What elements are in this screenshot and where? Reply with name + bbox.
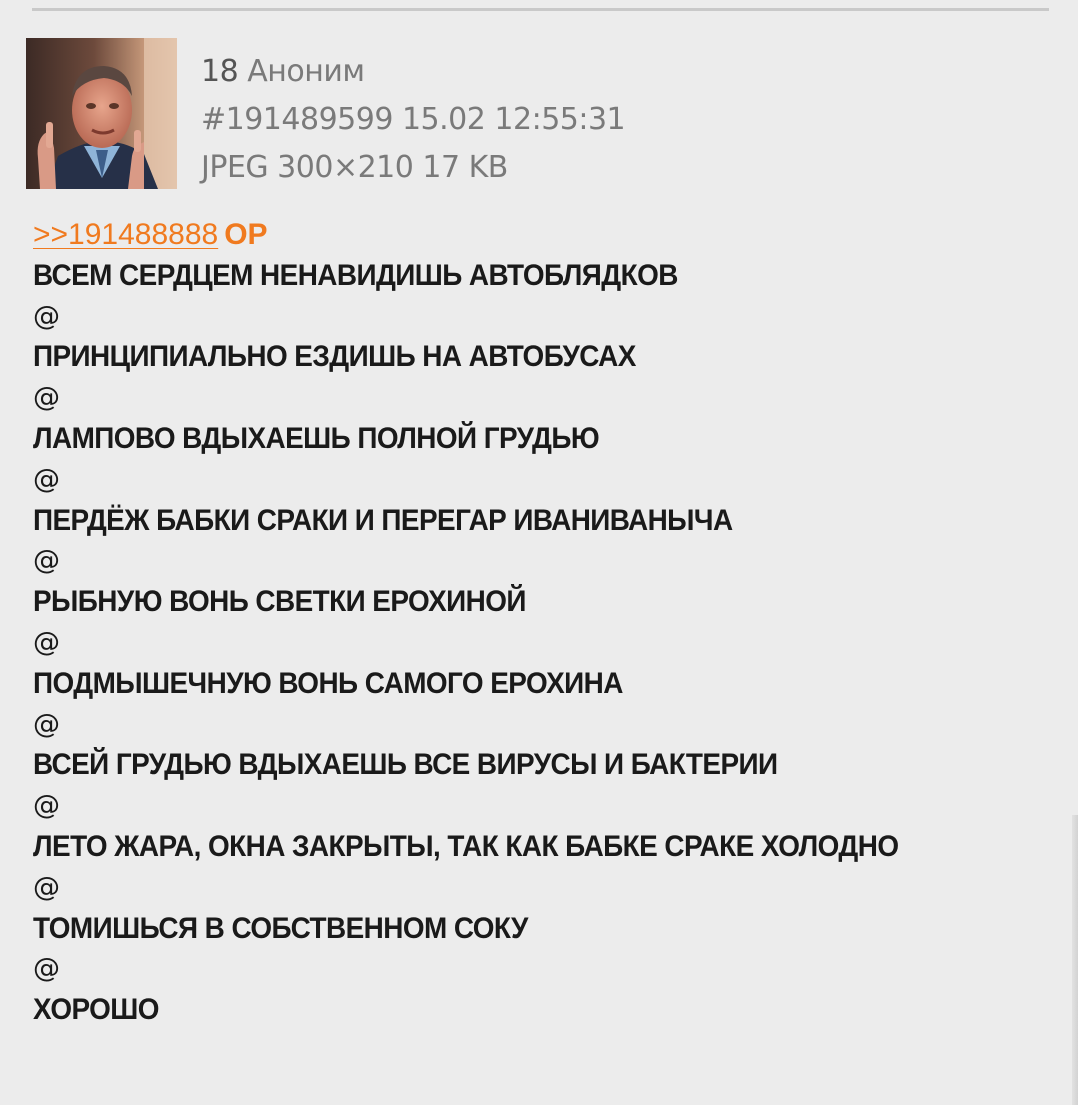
post-line: ПЕРДЁЖ БАБКИ СРАКИ И ПЕРЕГАР ИВАНИВАНЫЧА: [33, 503, 733, 537]
reply-reference: >>191488888 OP: [33, 215, 1033, 256]
thumbnail-photo-icon: [26, 38, 177, 189]
post-time: 12:55:31: [494, 102, 626, 137]
post: 18 Аноним #191489599 15.02 12:55:31 JPEG…: [0, 0, 1078, 1105]
post-line: ЛЕТО ЖАРА, ОКНА ЗАКРЫТЫ, ТАК КАК БАБКЕ С…: [33, 829, 899, 863]
post-line: ПРИНЦИПИАЛЬНО ЕЗДИШЬ НА АВТОБУСАХ: [33, 340, 636, 374]
post-date: 15.02: [401, 102, 486, 137]
page-edge-shadow: [1072, 815, 1078, 1105]
post-author[interactable]: Аноним: [247, 54, 365, 89]
post-meta: 18 Аноним #191489599 15.02 12:55:31 JPEG…: [201, 48, 626, 192]
post-id-line: #191489599 15.02 12:55:31: [201, 96, 626, 144]
at-separator: @: [33, 871, 60, 903]
post-line: ВСЕМ СЕРДЦЕМ НЕНАВИДИШЬ АВТОБЛЯДКОВ: [33, 258, 678, 292]
post-line: РЫБНУЮ ВОНЬ СВЕТКИ ЕРОХИНОЙ: [33, 585, 526, 619]
post-line: ТОМИШЬСЯ В СОБСТВЕННОМ СОКУ: [33, 911, 528, 945]
post-line: ЛАМПОВО ВДЫХАЕШЬ ПОЛНОЙ ГРУДЬЮ: [33, 421, 600, 455]
at-separator: @: [33, 463, 60, 495]
post-line: ХОРОШО: [33, 993, 159, 1027]
post-header-line: 18 Аноним: [201, 48, 625, 96]
reply-link[interactable]: >>191488888: [33, 218, 218, 251]
at-separator: @: [33, 382, 60, 414]
at-separator: @: [33, 545, 60, 577]
at-separator: @: [33, 626, 60, 658]
file-info: JPEG 300×210 17 KB: [201, 150, 508, 185]
at-separator: @: [33, 953, 60, 985]
post-image-thumbnail[interactable]: [26, 38, 177, 189]
post-body: >>191488888 OP ВСЕМ СЕРДЦЕМ НЕНАВИДИШЬ АВ…: [33, 215, 1033, 1031]
at-separator: @: [33, 708, 60, 740]
post-number[interactable]: #191489599: [201, 102, 393, 137]
post-line: ВСЕЙ ГРУДЬЮ ВДЫХАЕШЬ ВСЕ ВИРУСЫ И БАКТЕР…: [33, 748, 778, 782]
at-separator: @: [33, 300, 60, 332]
at-separator: @: [33, 790, 60, 822]
op-badge: OP: [224, 218, 268, 251]
post-line: ПОДМЫШЕЧНУЮ ВОНЬ САМОГО ЕРОХИНА: [33, 666, 623, 700]
post-index: 18: [201, 54, 239, 89]
